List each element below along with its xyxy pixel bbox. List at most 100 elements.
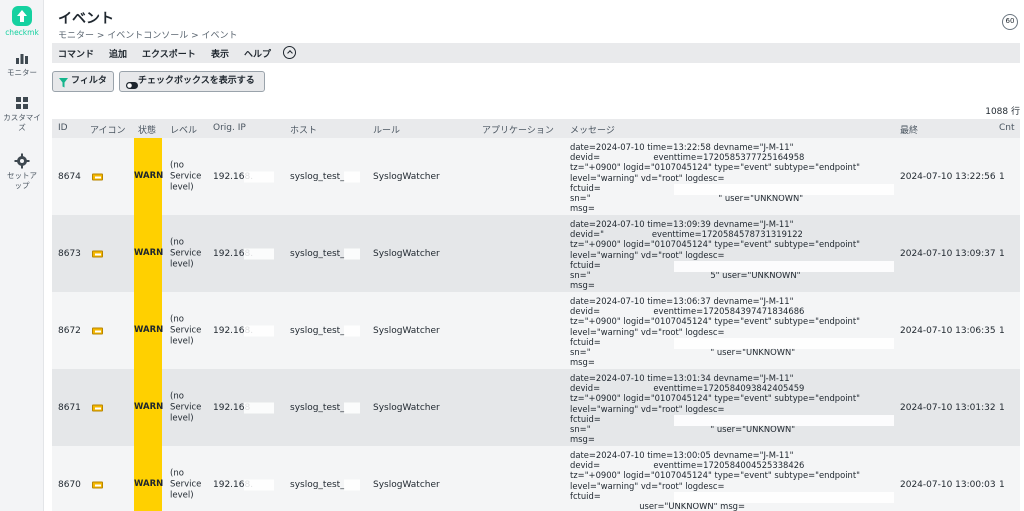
page-header: イベント モニター > イベントコンソール > イベント 60 — [44, 0, 1024, 42]
redaction-mask — [344, 402, 360, 413]
event-icon[interactable] — [92, 250, 103, 257]
host-link[interactable]: syslog_test_ — [290, 403, 345, 413]
column-header-state[interactable]: 状態 — [138, 123, 156, 136]
show-checkboxes-button[interactable]: チェックボックスを表示する — [119, 71, 265, 92]
grid-icon — [14, 95, 30, 111]
redaction-mask — [674, 338, 894, 349]
rule-link[interactable]: SyslogWatcher — [373, 249, 440, 259]
host-link[interactable]: syslog_test_ — [290, 480, 345, 490]
menu-export[interactable]: エクスポート — [142, 47, 196, 60]
host-link[interactable]: syslog_test_ — [290, 249, 345, 259]
sidebar-item-label: モニター — [7, 68, 37, 77]
state-badge: WARN — [134, 446, 163, 511]
menu-add[interactable]: 追加 — [109, 47, 127, 60]
checkmk-logo[interactable]: checkmk — [0, 6, 44, 37]
redaction-mask — [674, 184, 894, 195]
column-header-application[interactable]: アプリケーション — [482, 123, 554, 136]
event-message: date=2024-07-10 time=13:22:58 devname="J… — [570, 142, 860, 214]
menu-help[interactable]: ヘルプ — [244, 47, 271, 60]
sidebar-item-customize[interactable]: カスタマイズ — [0, 95, 44, 133]
bar-chart-icon — [14, 50, 30, 66]
event-icon[interactable] — [92, 481, 103, 488]
event-id: 8671 — [58, 402, 81, 413]
menu-command[interactable]: コマンド — [58, 47, 94, 60]
column-header-rule[interactable]: ルール — [373, 123, 400, 136]
event-icon[interactable] — [92, 327, 103, 334]
sidebar-item-setup[interactable]: セットアップ — [0, 153, 44, 191]
service-level: (no Service level) — [170, 237, 202, 269]
last-time: 2024-07-10 13:09:37 — [900, 248, 996, 259]
event-icon[interactable] — [92, 404, 103, 411]
event-id: 8670 — [58, 479, 81, 490]
row-count: 1088 行 — [985, 107, 1020, 117]
rule-link[interactable]: SyslogWatcher — [373, 480, 440, 490]
redaction-mask — [674, 415, 894, 426]
toggle-icon — [126, 78, 138, 97]
table-row[interactable]: 8672 WARN (no Service level) 192.168. sy… — [52, 292, 1020, 369]
column-header-level[interactable]: レベル — [170, 123, 197, 136]
table-row[interactable]: 8674 WARN (no Service level) 192.168. sy… — [52, 138, 1020, 215]
gear-icon — [14, 153, 30, 169]
redaction-mask — [244, 248, 274, 259]
last-time: 2024-07-10 13:01:32 — [900, 402, 996, 413]
filter-button[interactable]: フィルタ — [52, 71, 114, 92]
sidebar-item-monitor[interactable]: モニター — [0, 50, 44, 78]
rule-link[interactable]: SyslogWatcher — [373, 172, 440, 182]
redaction-mask — [344, 171, 360, 182]
checkmk-logo-icon — [12, 6, 32, 26]
event-count: 1 — [999, 171, 1005, 182]
event-count: 1 — [999, 248, 1005, 259]
redaction-mask — [674, 261, 894, 272]
redaction-mask — [674, 492, 894, 503]
host-link[interactable]: syslog_test_ — [290, 326, 345, 336]
state-badge: WARN — [134, 369, 163, 446]
event-count: 1 — [999, 402, 1005, 413]
column-header-host[interactable]: ホスト — [290, 123, 317, 136]
state-badge: WARN — [134, 292, 163, 369]
state-badge: WARN — [134, 215, 163, 292]
event-message: date=2024-07-10 time=13:06:37 devname="J… — [570, 296, 860, 368]
sidebar: checkmk モニター カスタマイズ セットアップ — [0, 0, 44, 511]
filter-label: フィルタ — [71, 76, 107, 86]
table-row[interactable]: 8673 WARN (no Service level) 192.168. sy… — [52, 215, 1020, 292]
menu-display[interactable]: 表示 — [211, 47, 229, 60]
refresh-countdown-icon[interactable]: 60 — [1002, 14, 1018, 30]
events-table: ID アイコン 状態 レベル Orig. IP ホスト ルール アプリケーション… — [52, 119, 1020, 511]
service-level: (no Service level) — [170, 391, 202, 423]
event-count: 1 — [999, 325, 1005, 336]
column-header-orig-ip[interactable]: Orig. IP — [213, 123, 246, 133]
show-checkboxes-label: チェックボックスを表示する — [138, 76, 255, 86]
last-time: 2024-07-10 13:22:56 — [900, 171, 996, 182]
rule-link[interactable]: SyslogWatcher — [373, 403, 440, 413]
table-row[interactable]: 8670 WARN (no Service level) 192.168. sy… — [52, 446, 1020, 511]
service-level: (no Service level) — [170, 314, 202, 346]
redaction-mask — [344, 325, 360, 336]
last-time: 2024-07-10 13:06:35 — [900, 325, 996, 336]
redaction-mask — [244, 402, 274, 413]
column-header-message[interactable]: メッセージ — [570, 123, 615, 136]
column-header-icon[interactable]: アイコン — [90, 123, 126, 136]
column-header-count[interactable]: Cnt — [999, 123, 1015, 133]
event-message: date=2024-07-10 time=13:09:39 devname="J… — [570, 219, 860, 291]
event-id: 8673 — [58, 248, 81, 259]
filter-icon — [59, 77, 68, 96]
rule-link[interactable]: SyslogWatcher — [373, 326, 440, 336]
service-level: (no Service level) — [170, 160, 202, 192]
column-header-last[interactable]: 最終 — [900, 123, 918, 136]
state-badge: WARN — [134, 138, 163, 215]
host-link[interactable]: syslog_test_ — [290, 172, 345, 182]
sidebar-item-label: セットアップ — [7, 171, 37, 190]
event-icon[interactable] — [92, 173, 103, 180]
redaction-mask — [344, 479, 360, 490]
page-title: イベント — [58, 11, 114, 27]
redaction-mask — [344, 248, 360, 259]
menubar: コマンド 追加 エクスポート 表示 ヘルプ — [52, 43, 1020, 63]
event-id: 8672 — [58, 325, 81, 336]
redaction-mask — [244, 479, 274, 490]
column-header-id[interactable]: ID — [58, 123, 68, 133]
collapse-menu-icon[interactable] — [283, 46, 296, 59]
last-time: 2024-07-10 13:00:03 — [900, 479, 996, 490]
table-row[interactable]: 8671 WARN (no Service level) 192.168 sys… — [52, 369, 1020, 446]
breadcrumb[interactable]: モニター > イベントコンソール > イベント — [58, 28, 238, 41]
sidebar-item-label: カスタマイズ — [3, 113, 41, 132]
